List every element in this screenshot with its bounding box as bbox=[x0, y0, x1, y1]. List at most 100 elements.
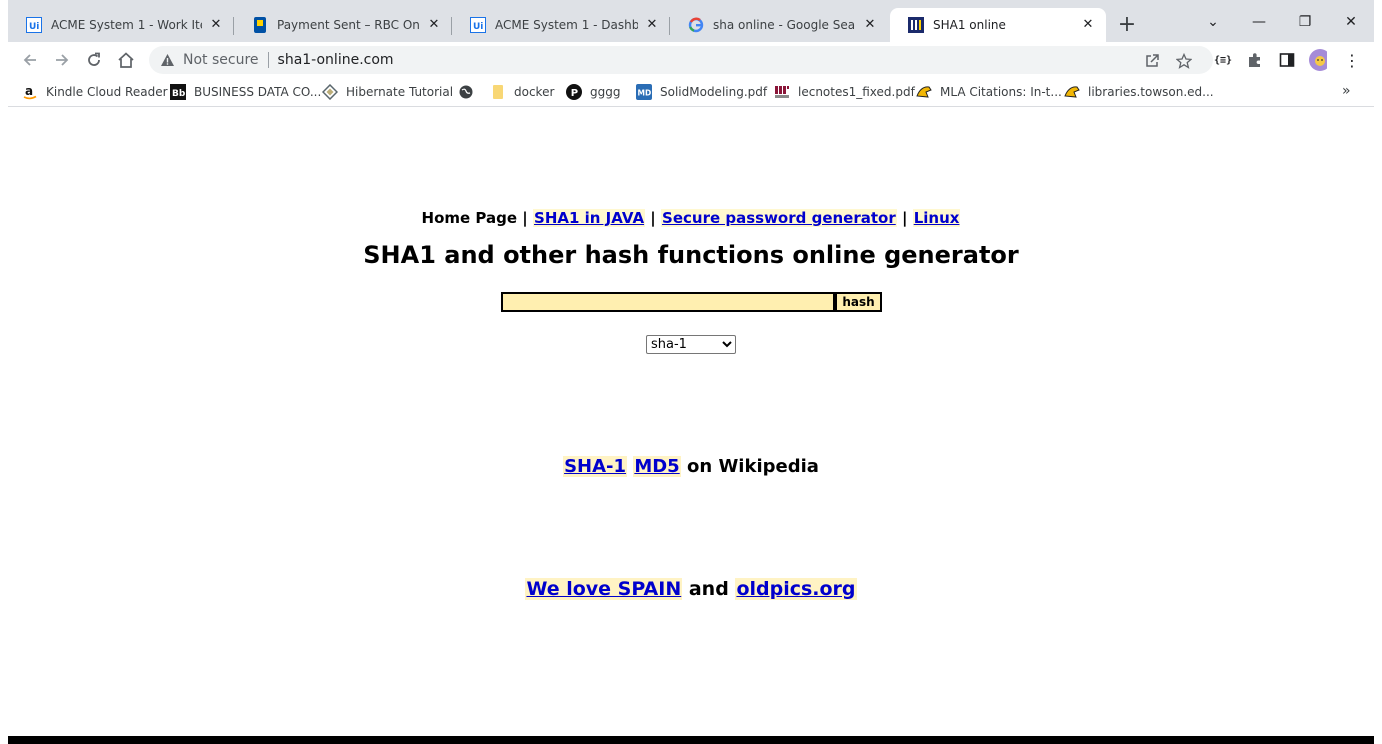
minimize-icon[interactable]: — bbox=[1236, 8, 1282, 38]
bookmark-kindle[interactable]: a Kindle Cloud Reader bbox=[22, 83, 168, 101]
linux-link[interactable]: Linux bbox=[912, 209, 961, 227]
hash-button[interactable]: hash bbox=[835, 292, 882, 312]
algorithm-select[interactable]: sha-1 bbox=[646, 335, 736, 354]
svg-text:MD: MD bbox=[638, 89, 652, 98]
uipath-icon: Ui bbox=[470, 17, 486, 33]
password-generator-link[interactable]: Secure password generator bbox=[661, 209, 897, 227]
profile-avatar[interactable] bbox=[1309, 49, 1327, 71]
bookmark-label: libraries.towson.ed... bbox=[1088, 85, 1214, 99]
p-logo-icon: P bbox=[566, 84, 582, 100]
tab-title: SHA1 online bbox=[933, 18, 1006, 32]
extensions-puzzle-icon[interactable] bbox=[1246, 51, 1264, 69]
address-bar[interactable]: Not secure sha1-online.com bbox=[149, 46, 1213, 74]
bookmark-label: BUSINESS DATA CO... bbox=[194, 85, 322, 99]
bottom-black-bar bbox=[8, 736, 1374, 744]
bookmark-docker[interactable]: docker bbox=[490, 83, 554, 101]
hibernate-icon bbox=[322, 84, 338, 100]
hash-form: hash bbox=[501, 292, 882, 312]
back-arrow-icon[interactable] bbox=[18, 48, 42, 72]
wikipedia-links: SHA-1 MD5 on Wikipedia bbox=[8, 456, 1374, 477]
nav-separator: | bbox=[522, 209, 528, 227]
page-content: Home Page | SHA1 in JAVA | Secure passwo… bbox=[8, 107, 1374, 736]
svg-text:Ui: Ui bbox=[473, 22, 483, 32]
share-icon[interactable] bbox=[1143, 52, 1161, 70]
bookmark-hibernate[interactable]: Hibernate Tutorial bbox=[322, 83, 453, 101]
title-bar bbox=[8, 0, 1374, 8]
sha1-wikipedia-link[interactable]: SHA-1 bbox=[563, 456, 628, 477]
json-viewer-extension-icon[interactable]: {≡} bbox=[1214, 51, 1232, 69]
we-love-spain-link[interactable]: We love SPAIN bbox=[525, 578, 683, 600]
kebab-menu-icon[interactable]: ⋮ bbox=[1343, 51, 1361, 70]
wikipedia-suffix: on Wikipedia bbox=[687, 456, 819, 477]
rbc-icon bbox=[252, 17, 268, 33]
bookmark-lecnotes[interactable]: lecnotes1_fixed.pdf bbox=[774, 83, 915, 101]
svg-text:a: a bbox=[25, 84, 33, 98]
url-text[interactable]: sha1-online.com bbox=[278, 52, 394, 68]
svg-text:Ui: Ui bbox=[29, 22, 39, 32]
bookmark-label: Kindle Cloud Reader bbox=[46, 85, 168, 99]
omnibox-divider bbox=[267, 52, 269, 68]
amazon-icon: a bbox=[22, 84, 38, 100]
new-tab-plus-icon[interactable]: + bbox=[1114, 13, 1140, 39]
mit-icon bbox=[774, 84, 790, 100]
home-page-label: Home Page bbox=[421, 209, 518, 227]
bookmark-gggg[interactable]: P gggg bbox=[566, 83, 620, 101]
browser-window: Ui ACME System 1 - Work Items ✕ Payment … bbox=[8, 0, 1374, 744]
bookmark-label: docker bbox=[514, 85, 555, 99]
bookmark-solidmodeling[interactable]: MD SolidModeling.pdf bbox=[636, 83, 767, 101]
side-panel-icon[interactable] bbox=[1278, 51, 1296, 69]
nav-separator: | bbox=[650, 209, 656, 227]
google-icon bbox=[688, 17, 704, 33]
folder-icon bbox=[490, 84, 506, 100]
blackboard-icon: Bb bbox=[170, 84, 186, 100]
tab-acme-dashboard[interactable]: Ui ACME System 1 - Dashboard ✕ bbox=[452, 8, 670, 42]
bookmark-business-data[interactable]: Bb BUSINESS DATA CO... bbox=[170, 83, 321, 101]
bookmarks-bar: a Kindle Cloud Reader Bb BUSINESS DATA C… bbox=[8, 78, 1374, 107]
partner-links: We love SPAIN and oldpics.org bbox=[8, 578, 1374, 600]
browser-toolbar: Not secure sha1-online.com {≡} ⋮ bbox=[8, 42, 1374, 78]
bookmark-star-icon[interactable] bbox=[1175, 52, 1193, 70]
sha1-java-link[interactable]: SHA1 in JAVA bbox=[533, 209, 646, 227]
tab-search-chevron-icon[interactable]: ⌄ bbox=[1190, 8, 1236, 38]
forward-arrow-icon[interactable] bbox=[50, 48, 74, 72]
security-label[interactable]: Not secure bbox=[183, 52, 259, 68]
close-tab-icon[interactable]: ✕ bbox=[426, 17, 442, 33]
and-text: and bbox=[688, 578, 729, 600]
warning-triangle-icon[interactable] bbox=[159, 52, 175, 68]
uipath-icon: Ui bbox=[26, 17, 42, 33]
tab-acme-work-items[interactable]: Ui ACME System 1 - Work Items ✕ bbox=[8, 8, 234, 42]
oldpics-link[interactable]: oldpics.org bbox=[735, 578, 857, 600]
towson-icon bbox=[1064, 84, 1080, 100]
page-title: SHA1 and other hash functions online gen… bbox=[363, 241, 1019, 269]
more-bookmarks-chevron-icon[interactable]: » bbox=[1342, 83, 1351, 99]
bookmark-mla-citations[interactable]: MLA Citations: In-t... bbox=[916, 83, 1062, 101]
sha1-site-icon bbox=[908, 17, 924, 33]
bookmark-libraries-towson[interactable]: libraries.towson.ed... bbox=[1064, 83, 1214, 101]
globe-icon bbox=[458, 84, 474, 100]
restore-icon[interactable]: ❐ bbox=[1282, 8, 1328, 38]
bookmark-label: gggg bbox=[590, 85, 621, 99]
tab-sha1-online[interactable]: SHA1 online ✕ bbox=[890, 8, 1106, 42]
bookmark-label: MLA Citations: In-t... bbox=[940, 85, 1062, 99]
hash-text-input[interactable] bbox=[501, 292, 835, 312]
reload-icon[interactable] bbox=[82, 48, 106, 72]
close-tab-icon[interactable]: ✕ bbox=[208, 17, 224, 33]
close-tab-icon[interactable]: ✕ bbox=[1080, 17, 1096, 33]
towson-icon bbox=[916, 84, 932, 100]
close-window-icon[interactable]: ✕ bbox=[1328, 8, 1374, 38]
svg-text:Bb: Bb bbox=[172, 89, 186, 99]
bookmark-label: SolidModeling.pdf bbox=[660, 85, 768, 99]
tab-title: ACME System 1 - Dashboard bbox=[495, 18, 638, 32]
tab-title: sha online - Google Search bbox=[713, 18, 856, 32]
close-tab-icon[interactable]: ✕ bbox=[644, 17, 660, 33]
home-icon[interactable] bbox=[114, 48, 138, 72]
tab-title: Payment Sent – RBC Online B bbox=[277, 18, 420, 32]
tab-google-search[interactable]: sha online - Google Search ✕ bbox=[670, 8, 888, 42]
tab-rbc-payment[interactable]: Payment Sent – RBC Online B ✕ bbox=[234, 8, 452, 42]
md-icon: MD bbox=[636, 84, 652, 100]
bookmark-globe[interactable] bbox=[458, 83, 482, 101]
tab-title: ACME System 1 - Work Items bbox=[51, 18, 202, 32]
md5-wikipedia-link[interactable]: MD5 bbox=[633, 456, 681, 477]
close-tab-icon[interactable]: ✕ bbox=[862, 17, 878, 33]
svg-text:P: P bbox=[571, 88, 578, 99]
